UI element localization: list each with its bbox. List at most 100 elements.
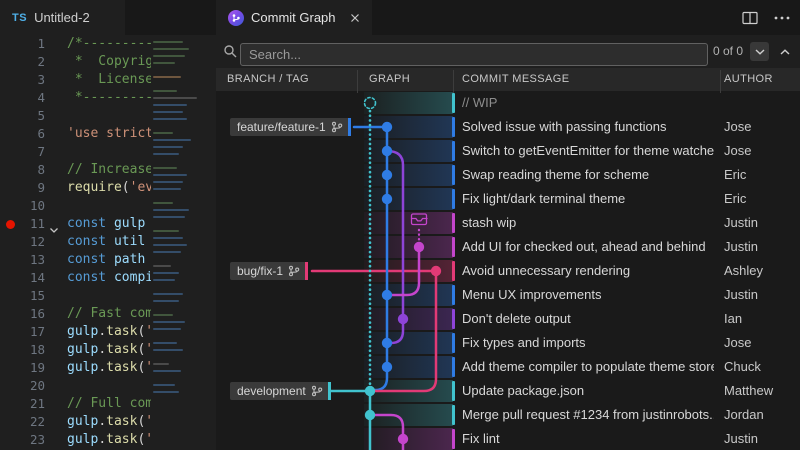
code-line <box>67 143 151 161</box>
more-actions-icon[interactable] <box>774 16 790 20</box>
commit-author: Ian <box>724 307 742 331</box>
code-line: require('ev <box>67 179 151 197</box>
commit-message: Fix types and imports <box>462 331 714 355</box>
branch-name: development <box>237 384 306 398</box>
commit-message: Avoid unnecessary rendering <box>462 259 714 283</box>
line-numbers: 1234567891011121314151617181920212223 <box>0 35 45 449</box>
panel-tab-title: Commit Graph <box>251 10 336 25</box>
branch-name: feature/feature-1 <box>237 120 326 134</box>
code-line: gulp.task(' <box>67 413 151 431</box>
commit-message: Fix lint <box>462 427 714 450</box>
commit-message: Swap reading theme for scheme <box>462 163 714 187</box>
code-content: /*---------- * Copyrig * License *------… <box>67 35 151 449</box>
line-number: 22 <box>0 413 45 431</box>
commit-message: Add theme compiler to populate theme sto… <box>462 355 714 379</box>
code-line: const path <box>67 251 151 269</box>
commit-message: Solved issue with passing functions <box>462 115 714 139</box>
code-line: gulp.task(' <box>67 431 151 449</box>
code-line: *---------- <box>67 89 151 107</box>
code-line <box>67 377 151 395</box>
split-editor-icon[interactable] <box>742 11 758 25</box>
code-line: // Fast com <box>67 305 151 323</box>
tab-commit-graph[interactable]: Commit Graph <box>216 0 372 35</box>
git-branch-icon <box>311 385 323 397</box>
line-number: 16 <box>0 305 45 323</box>
commit-message: Fix light/dark terminal theme <box>462 187 714 211</box>
close-tab-icon[interactable] <box>350 13 360 23</box>
code-line: 'use strict <box>67 125 151 143</box>
line-number: 5 <box>0 107 45 125</box>
code-line <box>67 197 151 215</box>
commit-graph-extension-icon <box>228 10 244 26</box>
search-input[interactable] <box>240 43 708 66</box>
fold-chevron-icon[interactable] <box>49 221 59 239</box>
line-number: 21 <box>0 395 45 413</box>
commit-message: Menu UX improvements <box>462 283 714 307</box>
line-number: 3 <box>0 71 45 89</box>
line-number: 19 <box>0 359 45 377</box>
commit-message: Merge pull request #1234 from justinrobo… <box>462 403 714 427</box>
code-line <box>67 107 151 125</box>
commit-message: // WIP <box>462 91 714 115</box>
code-line: gulp.task(' <box>67 359 151 377</box>
column-graph[interactable]: GRAPH <box>369 68 410 91</box>
line-number: 6 <box>0 125 45 143</box>
minimap[interactable] <box>150 37 216 450</box>
line-number: 10 <box>0 197 45 215</box>
column-commit-message[interactable]: COMMIT MESSAGE <box>462 68 569 91</box>
branch-label[interactable]: feature/feature-1 <box>230 118 351 136</box>
column-headers: BRANCH / TAG GRAPH COMMIT MESSAGE AUTHOR <box>216 68 800 91</box>
code-line: * Copyrig <box>67 53 151 71</box>
search-icon <box>223 44 238 64</box>
line-number: 1 <box>0 35 45 53</box>
search-bar: 0 of 0 <box>216 35 800 68</box>
search-next-icon[interactable] <box>750 42 769 61</box>
commit-author: Justin <box>724 211 758 235</box>
line-number: 9 <box>0 179 45 197</box>
breakpoint-icon[interactable] <box>6 220 15 229</box>
commit-author: Chuck <box>724 355 761 379</box>
vscode-window: { "colors": { "teal": "#41c3ce", "blue":… <box>0 0 800 450</box>
commit-author: Ashley <box>724 259 763 283</box>
code-line: // Increase <box>67 161 151 179</box>
tab-untitled-2[interactable]: TS Untitled-2 <box>0 0 125 35</box>
branch-label[interactable]: bug/fix-1 <box>230 262 308 280</box>
code-editor[interactable]: 1234567891011121314151617181920212223 /*… <box>0 35 216 450</box>
editor-actions <box>742 0 790 35</box>
line-number: 13 <box>0 251 45 269</box>
branch-label[interactable]: development <box>230 382 331 400</box>
column-author[interactable]: AUTHOR <box>724 68 773 91</box>
line-number: 18 <box>0 341 45 359</box>
commit-author: Jose <box>724 139 751 163</box>
line-number: 20 <box>0 377 45 395</box>
code-line <box>67 287 151 305</box>
line-number: 15 <box>0 287 45 305</box>
line-number: 4 <box>0 89 45 107</box>
stash-icon <box>412 214 428 225</box>
commit-message: Add UI for checked out, ahead and behind <box>462 235 714 259</box>
search-prev-icon[interactable] <box>775 42 794 61</box>
line-number: 2 <box>0 53 45 71</box>
commit-author: Eric <box>724 163 746 187</box>
line-number: 12 <box>0 233 45 251</box>
commit-author: Justin <box>724 283 758 307</box>
code-line: const compi <box>67 269 151 287</box>
line-number: 23 <box>0 431 45 449</box>
column-branch-tag[interactable]: BRANCH / TAG <box>227 68 309 91</box>
commit-graph-panel: 0 of 0 BRANCH / TAG GRAPH COMMIT MESSAGE… <box>216 35 800 450</box>
commit-message: Switch to getEventEmitter for theme watc… <box>462 139 714 163</box>
commit-author: Justin <box>724 235 758 259</box>
code-line: gulp.task(' <box>67 323 151 341</box>
commit-message: Update package.json <box>462 379 714 403</box>
commit-author: Justin <box>724 427 758 450</box>
search-result-count: 0 of 0 <box>713 35 743 68</box>
commit-message: Don't delete output <box>462 307 714 331</box>
code-line: * License <box>67 71 151 89</box>
tab-strip: TS Untitled-2 Commit Graph <box>0 0 800 35</box>
git-branch-icon <box>331 121 343 133</box>
commit-author: Jose <box>724 115 751 139</box>
branch-color-bar <box>328 382 331 400</box>
editor-tab-title: Untitled-2 <box>34 10 90 25</box>
branch-color-bar <box>305 262 308 280</box>
git-branch-icon <box>288 265 300 277</box>
